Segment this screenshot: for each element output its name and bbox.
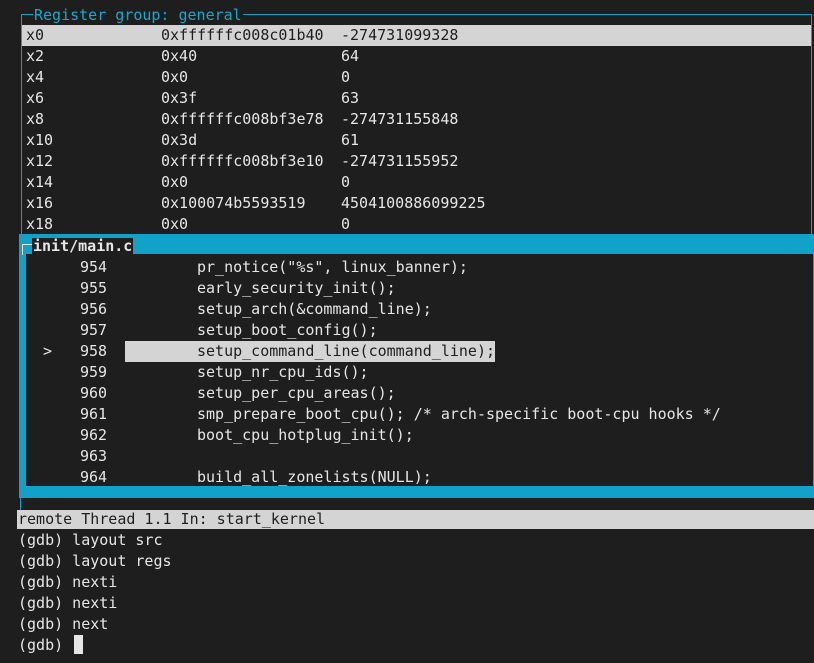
register-dec-value: -274731155952 [341, 152, 459, 170]
register-dec-value: 0 [341, 215, 351, 233]
register-row[interactable]: x2 0x40 64 [22, 46, 811, 67]
command-history-line: (gdb) nexti [18, 594, 118, 612]
register-hex-value: 0xffffffc008bf3e10 [161, 152, 324, 170]
register-dec-value: -274731099328 [341, 26, 459, 44]
register-name: x6 [26, 89, 45, 107]
source-code: setup_command_line(command_line); [125, 341, 496, 362]
register-name: x2 [26, 47, 45, 65]
register-hex-value: 0x100074b5593519 [161, 194, 306, 212]
line-number: 955 [80, 279, 108, 297]
source-code: setup_nr_cpu_ids(); [197, 363, 369, 381]
register-row[interactable]: x6 0x3f 63 [22, 88, 811, 109]
register-dec-value: 0 [341, 173, 351, 191]
register-dec-value: 61 [341, 131, 360, 149]
register-row[interactable]: x10 0x3d 61 [22, 130, 811, 151]
source-line[interactable]: 956 setup_arch(&command_line); [26, 299, 813, 320]
window-divider [20, 498, 21, 510]
source-line[interactable]: 954 pr_notice("%s", linux_banner); [26, 257, 813, 278]
current-line-marker: > [43, 342, 53, 360]
line-number: 960 [80, 384, 108, 402]
command-history-line: (gdb) layout src [18, 531, 163, 549]
register-dec-value: 63 [341, 89, 360, 107]
command-history-line: (gdb) next [18, 615, 109, 633]
register-row[interactable]: x16 0x100074b5593519 4504100886099225 [22, 193, 811, 214]
source-line[interactable]: 955 early_security_init(); [26, 278, 813, 299]
line-number: 958 [80, 342, 108, 360]
text-cursor [74, 635, 84, 654]
register-name: x4 [26, 68, 45, 86]
register-name: x14 [26, 173, 54, 191]
register-row[interactable]: x12 0xffffffc008bf3e10 -274731155952 [22, 151, 811, 172]
register-hex-value: 0xffffffc008bf3e78 [161, 110, 324, 128]
source-line[interactable]: 964 build_all_zonelists(NULL); [26, 467, 813, 488]
command-history-line: (gdb) layout regs [18, 552, 172, 570]
line-number: 962 [80, 426, 108, 444]
register-row[interactable]: x8 0xffffffc008bf3e78 -274731155848 [22, 109, 811, 130]
source-code: setup_per_cpu_areas(); [197, 384, 396, 402]
source-code: pr_notice("%s", linux_banner); [197, 258, 468, 276]
command-history-line: (gdb) nexti [18, 573, 118, 591]
source-line[interactable]: 963 [26, 446, 813, 467]
register-name: x12 [26, 152, 54, 170]
register-dec-value: 64 [341, 47, 360, 65]
register-window-title: Register group: general [33, 6, 243, 24]
register-name: x8 [26, 110, 45, 128]
register-row[interactable]: x4 0x0 0 [22, 67, 811, 88]
register-name: x10 [26, 131, 54, 149]
command-prompt-line[interactable]: (gdb) [18, 635, 84, 656]
register-dec-value: 4504100886099225 [341, 194, 486, 212]
source-code: early_security_init(); [197, 279, 396, 297]
source-code: setup_arch(&command_line); [197, 300, 432, 318]
source-line[interactable]: 960 setup_per_cpu_areas(); [26, 383, 813, 404]
line-number: 963 [80, 447, 108, 465]
register-hex-value: 0x0 [161, 68, 189, 86]
source-code: smp_prepare_boot_cpu(); /* arch-specific… [197, 405, 721, 423]
source-window-title: init/main.c [32, 237, 134, 255]
register-row[interactable]: x14 0x0 0 [22, 172, 811, 193]
line-number: 964 [80, 468, 108, 486]
line-number: 954 [80, 258, 108, 276]
register-row[interactable]: x18 0x0 0 [22, 214, 811, 235]
register-dec-value: 0 [341, 68, 351, 86]
source-line[interactable]: 959 setup_nr_cpu_ids(); [26, 362, 813, 383]
register-name: x18 [26, 215, 54, 233]
command-prompt: (gdb) [18, 636, 64, 654]
register-row[interactable]: x0 0xffffffc008c01b40 -274731099328 [22, 25, 811, 46]
register-hex-value: 0x40 [161, 47, 198, 65]
register-dec-value: -274731155848 [341, 110, 459, 128]
line-number: 956 [80, 300, 108, 318]
source-code: setup_boot_config(); [197, 321, 378, 339]
register-hex-value: 0x0 [161, 173, 189, 191]
line-number: 957 [80, 321, 108, 339]
register-hex-value: 0x0 [161, 215, 189, 233]
source-line[interactable]: 961 smp_prepare_boot_cpu(); /* arch-speci… [26, 404, 813, 425]
register-name: x0 [26, 26, 45, 44]
register-hex-value: 0xffffffc008c01b40 [161, 26, 324, 44]
source-line[interactable]: 962 boot_cpu_hotplug_init(); [26, 425, 813, 446]
source-code: boot_cpu_hotplug_init(); [197, 426, 414, 444]
line-number: 961 [80, 405, 108, 423]
status-bar: remote Thread 1.1 In: start_kernel [17, 510, 814, 529]
source-line[interactable]: 957 setup_boot_config(); [26, 320, 813, 341]
line-number: 959 [80, 363, 108, 381]
source-code: build_all_zonelists(NULL); [197, 468, 432, 486]
source-line-current[interactable]: >958 setup_command_line(command_line); [26, 341, 813, 362]
register-hex-value: 0x3d [161, 131, 198, 149]
register-name: x16 [26, 194, 54, 212]
register-hex-value: 0x3f [161, 89, 198, 107]
